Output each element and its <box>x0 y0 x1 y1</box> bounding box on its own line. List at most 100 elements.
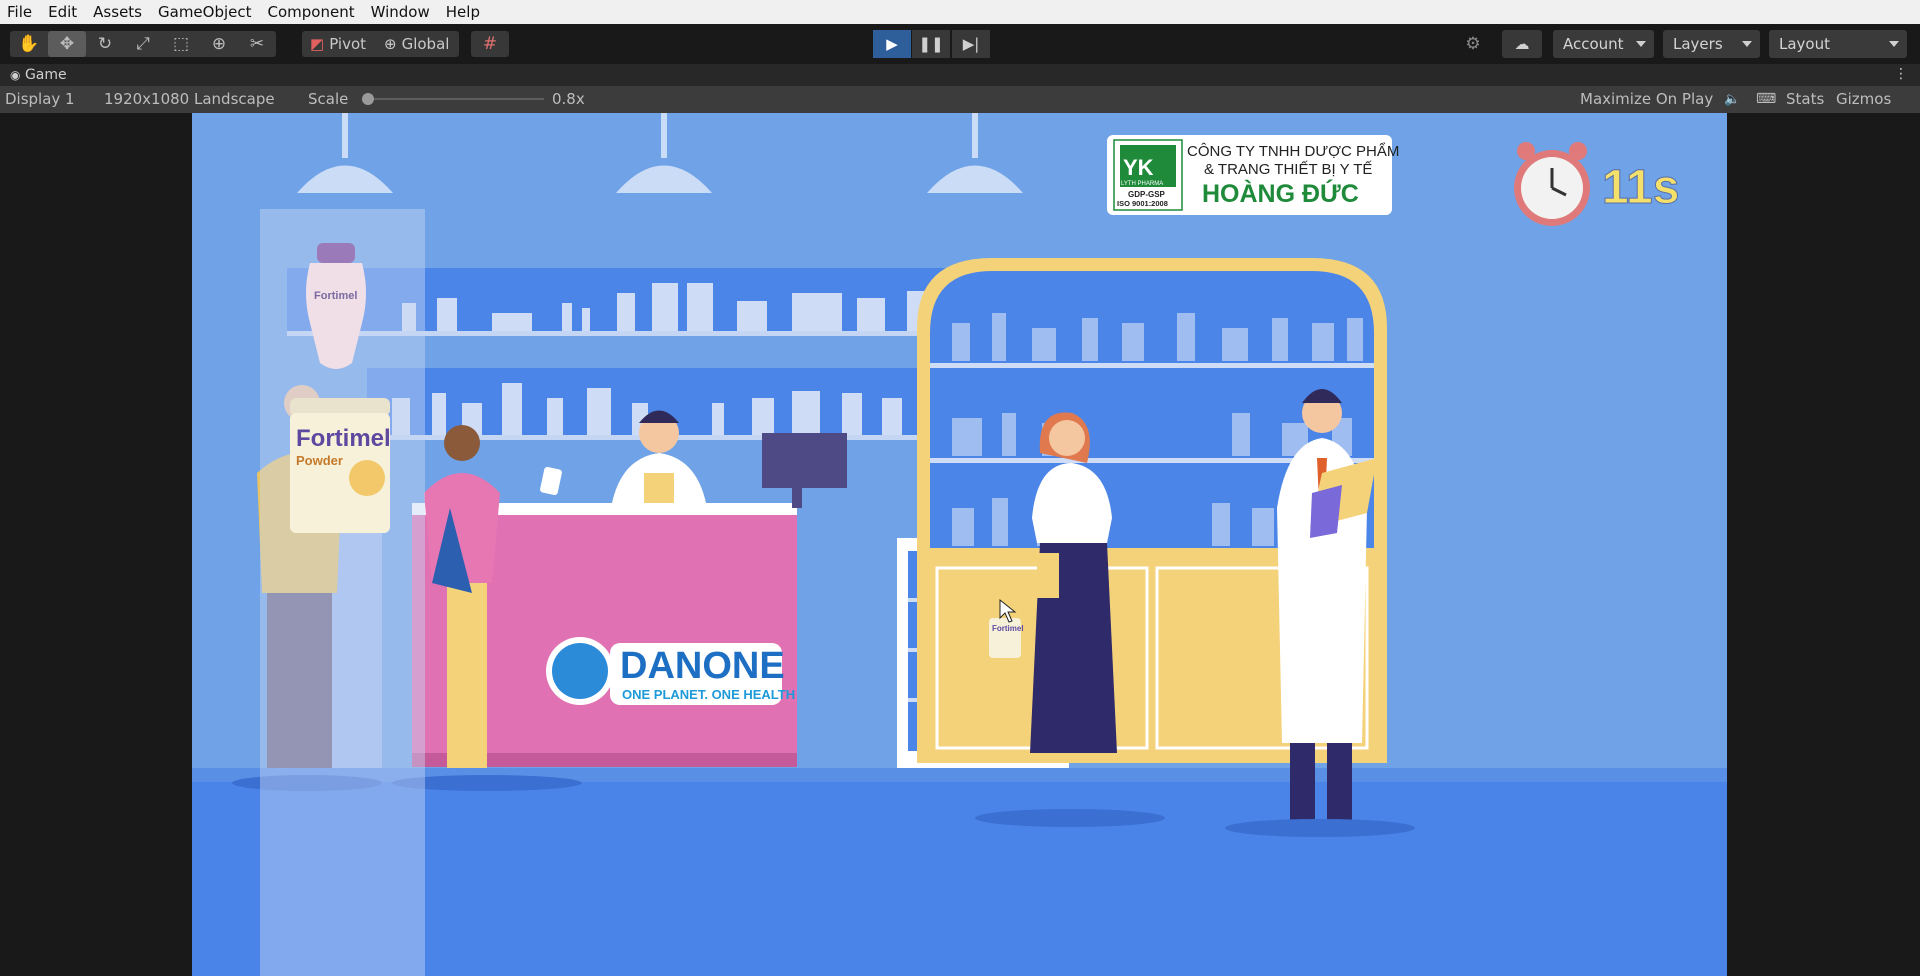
gizmos-dropdown[interactable]: Gizmos <box>1836 86 1916 130</box>
grid-snap-button[interactable]: # <box>471 31 509 57</box>
play-icon: ▶ <box>886 35 898 53</box>
scale-icon: ⤢ <box>136 34 150 54</box>
pivot-toggle[interactable]: ◩ Pivot <box>302 31 376 57</box>
rect-tool-button[interactable]: ⬚ <box>162 31 200 57</box>
scale-slider[interactable] <box>362 86 544 113</box>
ceiling-lamps <box>297 113 1023 193</box>
move-tool-button[interactable]: ✥ <box>48 31 86 57</box>
chevron-down-icon <box>1889 41 1899 47</box>
company-line2: & TRANG THIẾT BỊ Y TẾ <box>1204 161 1372 178</box>
menu-bar: File Edit Assets GameObject Component Wi… <box>0 0 1920 24</box>
display-label: Display 1 <box>5 90 75 108</box>
danone-tagline: ONE PLANET. ONE HEALTH <box>622 687 795 702</box>
resolution-label: 1920x1080 Landscape <box>104 90 275 108</box>
mute-audio-button[interactable]: 🔈 <box>1724 86 1740 113</box>
grid-snap-group: # <box>471 31 509 57</box>
game-control-bar: Display 1 1920x1080 Landscape Scale 0.8x… <box>0 86 1920 130</box>
step-icon: ▶| <box>962 35 980 53</box>
logo-small: LYTH PHARMA <box>1121 181 1163 187</box>
chevron-down-icon <box>1636 41 1646 47</box>
logo-glyph: YK <box>1123 155 1154 180</box>
global-label: Global <box>401 35 450 53</box>
layers-dropdown[interactable]: Layers <box>1663 30 1760 58</box>
cloud-button[interactable]: ☁ <box>1502 30 1542 58</box>
company-logo: YK LYTH PHARMA GDP-GSP ISO 9001:2008 CÔN… <box>1107 135 1399 215</box>
fortimel-powder-can: Fortimel Powder <box>290 398 391 533</box>
global-toggle[interactable]: ⊕ Global <box>376 31 459 57</box>
menu-help[interactable]: Help <box>439 0 489 24</box>
move-icon: ✥ <box>59 34 75 54</box>
cloud-icon: ☁ <box>1514 35 1530 53</box>
gear-icon: ⚙ <box>1465 34 1481 54</box>
game-tab-label: Game <box>24 67 67 83</box>
resolution-dropdown[interactable]: 1920x1080 Landscape <box>104 86 294 130</box>
monitor-icon <box>762 433 847 488</box>
company-line1: CÔNG TY TNHH DƯỢC PHẨM <box>1187 142 1399 160</box>
display-dropdown[interactable]: Display 1 <box>5 86 95 130</box>
layout-label: Layout <box>1779 35 1830 53</box>
menu-edit[interactable]: Edit <box>41 0 86 24</box>
company-name: HOÀNG ĐỨC <box>1202 178 1359 208</box>
transform-tool-button[interactable]: ⊕ <box>200 31 238 57</box>
game-tab-bar: ◉ Game ⋮ <box>0 64 1920 86</box>
logo-cert2: ISO 9001:2008 <box>1117 199 1168 208</box>
menu-gameobject[interactable]: GameObject <box>151 0 261 24</box>
pause-button[interactable]: ❚❚ <box>912 30 950 58</box>
shelf-can-label: Fortimel <box>992 624 1024 633</box>
globe-icon: ⊕ <box>384 35 397 53</box>
kebab-icon: ⋮ <box>1894 66 1908 82</box>
wrench-icon: ✂ <box>249 34 265 54</box>
maximize-on-play-toggle[interactable]: Maximize On Play <box>1580 86 1713 113</box>
tab-menu-button[interactable]: ⋮ <box>1894 66 1908 82</box>
transform-tools: ✋ ✥ ↻ ⤢ ⬚ ⊕ ✂ <box>10 31 276 57</box>
menu-window[interactable]: Window <box>364 0 439 24</box>
display-case-can: Fortimel <box>989 618 1024 658</box>
rect-icon: ⬚ <box>172 34 190 54</box>
scale-value: 0.8x <box>552 90 585 108</box>
pivot-label: Pivot <box>329 35 367 53</box>
rotate-icon: ↻ <box>97 34 113 54</box>
speaker-icon: 🔈 <box>1724 92 1741 107</box>
product-sub: Powder <box>296 453 343 468</box>
menu-component[interactable]: Component <box>261 0 364 24</box>
scale-slider-track <box>362 98 544 100</box>
keyboard-button[interactable]: ⌨ <box>1756 86 1776 113</box>
timer: 11s <box>1514 142 1680 226</box>
hand-tool-button[interactable]: ✋ <box>10 31 48 57</box>
scale-slider-thumb[interactable] <box>362 93 374 105</box>
scale-tool-button[interactable]: ⤢ <box>124 31 162 57</box>
pharmacy-scene: DANONE ONE PLANET. ONE HEALTH Fortimel F… <box>192 113 1727 976</box>
toolbar: ✋ ✥ ↻ ⤢ ⬚ ⊕ ✂ ◩ Pivot ⊕ Global # ▶ ❚❚ ▶| ⚙… <box>0 24 1920 64</box>
rotate-tool-button[interactable]: ↻ <box>86 31 124 57</box>
layout-dropdown[interactable]: Layout <box>1769 30 1907 58</box>
collab-button[interactable]: ⚙ <box>1454 31 1492 57</box>
scale-label: Scale <box>308 90 349 108</box>
menu-file[interactable]: File <box>0 0 41 24</box>
step-button[interactable]: ▶| <box>952 30 990 58</box>
danone-name: DANONE <box>620 645 785 687</box>
transform-icon: ⊕ <box>211 34 227 54</box>
custom-tool-button[interactable]: ✂ <box>238 31 276 57</box>
hand-icon: ✋ <box>18 34 40 54</box>
bottle-label: Fortimel <box>314 290 357 302</box>
grid-snap-icon: # <box>482 34 498 54</box>
pivot-icon: ◩ <box>310 35 325 53</box>
account-label: Account <box>1563 35 1624 53</box>
keyboard-icon: ⌨ <box>1756 91 1777 107</box>
pause-icon: ❚❚ <box>918 35 944 53</box>
gamepad-icon: ◉ <box>10 68 21 82</box>
menu-assets[interactable]: Assets <box>86 0 151 24</box>
game-scene[interactable]: DANONE ONE PLANET. ONE HEALTH Fortimel F… <box>192 113 1727 976</box>
game-tab[interactable]: ◉ Game <box>10 67 67 83</box>
game-view[interactable]: DANONE ONE PLANET. ONE HEALTH Fortimel F… <box>0 113 1920 976</box>
layers-label: Layers <box>1673 35 1723 53</box>
danone-logo: DANONE ONE PLANET. ONE HEALTH <box>546 637 795 705</box>
logo-cert1: GDP-GSP <box>1128 190 1166 199</box>
play-button[interactable]: ▶ <box>873 30 911 58</box>
account-dropdown[interactable]: Account <box>1553 30 1654 58</box>
handle-toggles: ◩ Pivot ⊕ Global <box>302 31 460 57</box>
gizmos-label: Gizmos <box>1836 90 1892 108</box>
stats-toggle[interactable]: Stats <box>1786 86 1824 113</box>
product-name: Fortimel <box>296 425 391 452</box>
timer-value: 11s <box>1602 161 1679 214</box>
